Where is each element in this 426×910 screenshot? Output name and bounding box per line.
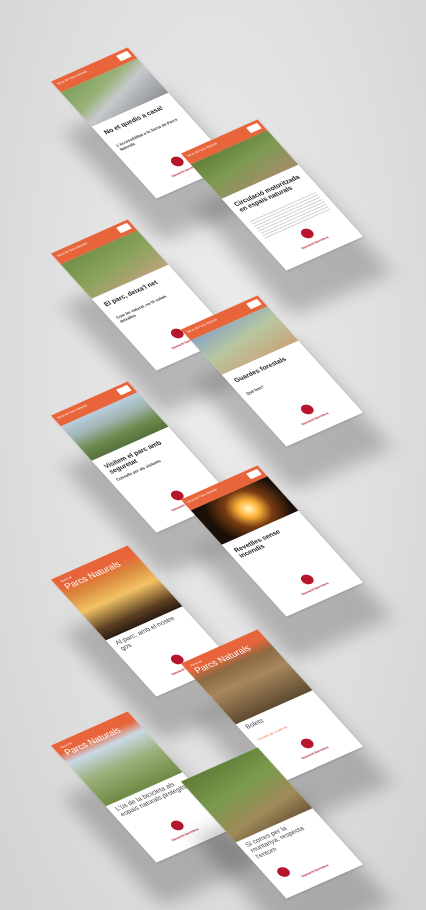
seal-icon: [297, 737, 316, 751]
seal-icon: [297, 403, 316, 417]
seal-icon: [167, 819, 186, 833]
logo-icon: [116, 384, 132, 396]
brochure-scene: Xarxa de Parcs Naturals No et quedis a c…: [0, 0, 426, 910]
logo-icon: [116, 50, 132, 62]
seal-icon: [297, 573, 316, 587]
logo-icon: [246, 298, 262, 310]
seal-icon: [297, 227, 316, 241]
logo-icon: [246, 122, 262, 134]
seal-icon: [167, 155, 186, 169]
seal-icon: [274, 865, 293, 879]
logo-icon: [116, 222, 132, 234]
logo-icon: [246, 468, 262, 480]
